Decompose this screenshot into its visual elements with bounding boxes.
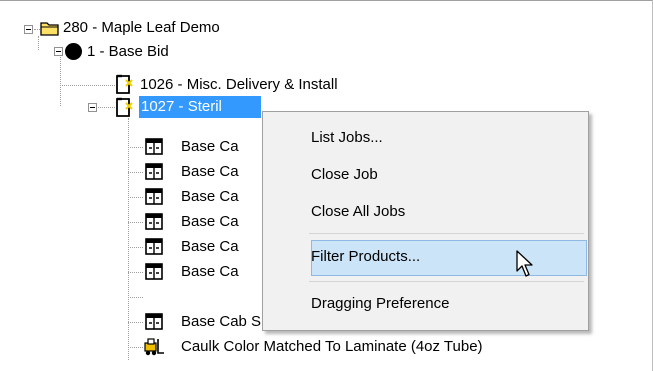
cabinet-icon — [145, 213, 164, 235]
tree-connector — [128, 247, 143, 248]
context-menu: List Jobs... Close Job Close All Jobs Fi… — [262, 111, 589, 331]
cabinet-icon — [145, 238, 164, 260]
tree-connector — [128, 272, 143, 273]
tree-node-label: Base Ca — [181, 163, 239, 180]
collapse-toggle-root[interactable] — [24, 25, 33, 34]
cabinet-icon — [145, 163, 164, 185]
tree-connector — [38, 36, 39, 50]
tree-node-label: 280 - Maple Leaf Demo — [63, 19, 220, 36]
tree-connector — [128, 118, 129, 360]
tree-connector — [128, 322, 143, 323]
tree-node-label: Base Ca — [181, 138, 239, 155]
tree-node-label: Caulk Color Matched To Laminate (4oz Tub… — [181, 338, 483, 355]
menu-separator — [309, 233, 584, 234]
cabinet-icon — [145, 188, 164, 210]
tree-node-label: Base Ca — [181, 238, 239, 255]
folder-icon — [40, 19, 60, 41]
tree-connector — [128, 222, 143, 223]
tree-connector — [128, 172, 143, 173]
tree-node-label: Base Ca — [181, 263, 239, 280]
tree-connector — [60, 85, 115, 86]
tree-connector — [128, 197, 143, 198]
tree-connector — [128, 147, 143, 148]
tree-node-label: Base Ca — [181, 188, 239, 205]
collapse-toggle-bid[interactable] — [54, 47, 63, 56]
menu-item-dragging-preference[interactable]: Dragging Preference — [311, 290, 449, 318]
tree-node-label: 1026 - Misc. Delivery & Install — [140, 76, 338, 93]
tree-connector — [128, 297, 143, 298]
menu-item-close-all-jobs[interactable]: Close All Jobs — [311, 198, 405, 226]
mouse-pointer-icon — [516, 250, 536, 282]
black-circle-icon — [64, 42, 83, 65]
cabinet-icon — [145, 313, 164, 335]
forklift-icon — [143, 337, 165, 361]
cabinet-icon — [145, 263, 164, 285]
menu-item-close-job[interactable]: Close Job — [311, 161, 378, 189]
tree-node-label: 1 - Base Bid — [87, 43, 169, 60]
tree-node-label: Base Ca — [181, 213, 239, 230]
menu-item-filter-products[interactable]: Filter Products... — [311, 243, 420, 271]
tree-node-label-selected: 1027 - Steril — [139, 96, 261, 118]
tree-connector — [60, 50, 61, 106]
job-icon — [114, 96, 136, 122]
menu-item-list-jobs[interactable]: List Jobs... — [311, 124, 383, 152]
menu-separator — [309, 281, 584, 282]
collapse-toggle-job-1027[interactable] — [88, 103, 97, 112]
tree-connector — [128, 347, 143, 348]
cabinet-icon — [145, 138, 164, 160]
